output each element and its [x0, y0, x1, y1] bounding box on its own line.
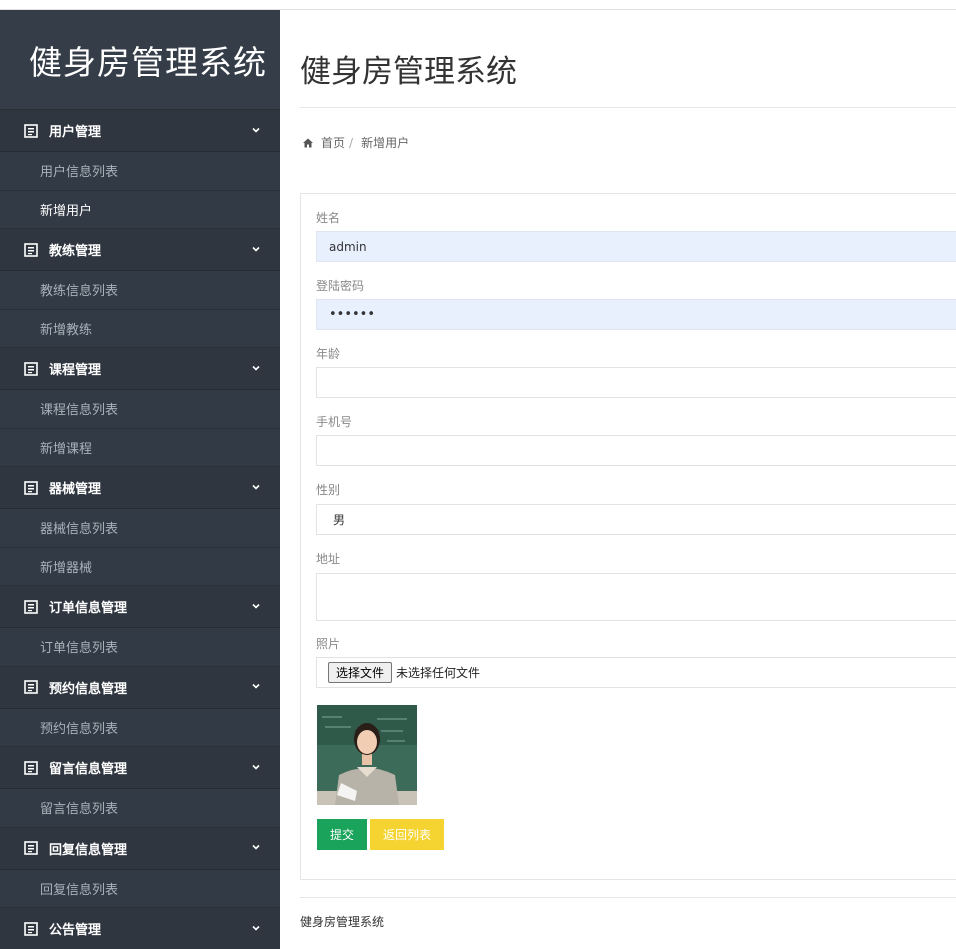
- choose-file-button[interactable]: 选择文件: [328, 662, 393, 683]
- menu-label: 预约信息管理: [49, 681, 128, 697]
- phone-label: 手机号: [316, 415, 353, 429]
- menu-label: 公告管理: [49, 923, 102, 938]
- sidebar-item-add-coach[interactable]: 新增教练: [0, 309, 280, 348]
- menu-label: 用户管理: [49, 125, 102, 140]
- gender-value: 男: [333, 513, 346, 527]
- title-divider: [300, 107, 956, 108]
- breadcrumb-separator: /: [349, 135, 354, 150]
- menu-order-management[interactable]: 订单信息管理: [0, 586, 280, 628]
- list-doc-icon: [24, 361, 38, 376]
- list-doc-icon: [24, 680, 38, 694]
- menu-label: 器械管理: [49, 482, 102, 497]
- sidebar-item-coach-list[interactable]: 教练信息列表: [0, 271, 280, 310]
- address-field-group: 地址: [316, 551, 956, 621]
- menu-coach-management[interactable]: 教练管理: [0, 229, 280, 271]
- sidebar-item-reply-list[interactable]: 回复信息列表: [0, 869, 280, 908]
- back-to-list-button[interactable]: 返回列表: [370, 819, 444, 850]
- menu-user-management[interactable]: 用户管理: [0, 110, 280, 152]
- sidebar-item-add-user[interactable]: 新增用户: [0, 190, 280, 229]
- gender-select[interactable]: 男: [316, 504, 956, 535]
- sidebar-brand: 健身房管理系统: [0, 10, 280, 110]
- sidebar-item-add-equipment[interactable]: 新增器械: [0, 547, 280, 586]
- chevron-down-icon: [252, 365, 260, 371]
- add-user-form: 姓名 admin 登陆密码 •••••• 年龄 手机号 性别 男 地址 照片 选…: [300, 193, 956, 880]
- gender-field-group: 性别 男: [316, 482, 956, 535]
- menu-course-management[interactable]: 课程管理: [0, 348, 280, 390]
- name-label: 姓名: [316, 211, 341, 225]
- sidebar-item-message-list[interactable]: 留言信息列表: [0, 789, 280, 828]
- menu-label: 课程管理: [49, 363, 102, 378]
- phone-field-group: 手机号: [316, 414, 956, 466]
- age-input[interactable]: [316, 367, 956, 398]
- menu-equipment-management[interactable]: 器械管理: [0, 467, 280, 509]
- sidebar-item-user-list[interactable]: 用户信息列表: [0, 152, 280, 191]
- password-input[interactable]: ••••••: [316, 299, 956, 330]
- page-title: 健身房管理系统: [300, 54, 517, 90]
- address-label: 地址: [316, 552, 341, 566]
- menu-message-management[interactable]: 留言信息管理: [0, 747, 280, 789]
- menu-reservation-management[interactable]: 预约信息管理: [0, 666, 280, 709]
- list-doc-icon: [24, 599, 38, 614]
- menu-label: 回复信息管理: [49, 842, 128, 858]
- menu-reply-management[interactable]: 回复信息管理: [0, 827, 280, 870]
- list-doc-icon: [24, 921, 38, 936]
- list-doc-icon: [24, 760, 38, 775]
- list-doc-icon: [24, 242, 38, 257]
- password-label: 登陆密码: [316, 279, 365, 293]
- password-value: ••••••: [329, 307, 376, 322]
- photo-file-input[interactable]: 选择文件 未选择任何文件: [316, 657, 956, 688]
- phone-input[interactable]: [316, 435, 956, 466]
- breadcrumb-current: 新增用户: [361, 136, 410, 150]
- top-border: [0, 0, 956, 10]
- list-doc-icon: [24, 480, 38, 495]
- photo-label: 照片: [316, 637, 341, 651]
- main-content: 健身房管理系统 首页 / 新增用户 姓名 admin 登陆密码 •••••• 年…: [300, 10, 956, 949]
- chevron-down-icon: [252, 484, 260, 490]
- address-textarea[interactable]: [316, 573, 956, 621]
- name-input[interactable]: admin: [316, 231, 956, 262]
- file-status: 未选择任何文件: [396, 666, 481, 680]
- chevron-down-icon: [252, 246, 260, 252]
- sidebar-item-reservation-list[interactable]: 预约信息列表: [0, 708, 280, 747]
- gender-label: 性别: [316, 483, 341, 497]
- menu-label: 留言信息管理: [49, 762, 128, 777]
- sidebar-item-order-list[interactable]: 订单信息列表: [0, 628, 280, 667]
- breadcrumb-home-link[interactable]: 首页: [321, 134, 345, 151]
- name-value: admin: [329, 239, 367, 254]
- menu-label: 教练管理: [49, 244, 102, 259]
- list-doc-icon: [24, 123, 38, 138]
- sidebar-item-add-course[interactable]: 新增课程: [0, 428, 280, 467]
- menu-notice-management[interactable]: 公告管理: [0, 908, 280, 949]
- chevron-down-icon: [252, 844, 260, 850]
- footer-text: 健身房管理系统: [300, 915, 385, 929]
- menu-label: 订单信息管理: [49, 601, 128, 616]
- breadcrumb: 首页 / 新增用户: [302, 134, 409, 151]
- name-field-group: 姓名 admin: [316, 210, 956, 262]
- chevron-down-icon: [252, 603, 260, 609]
- brand-title: 健身房管理系统: [29, 42, 267, 82]
- age-label: 年龄: [316, 347, 341, 361]
- footer-divider: [300, 897, 956, 898]
- home-icon: [303, 138, 313, 147]
- list-doc-icon: [24, 841, 38, 855]
- user-photo-preview: [317, 705, 417, 805]
- photo-field-group: 照片 选择文件 未选择任何文件: [316, 636, 956, 688]
- sidebar-item-course-list[interactable]: 课程信息列表: [0, 390, 280, 429]
- chevron-down-icon: [252, 127, 260, 133]
- chevron-down-icon: [252, 925, 260, 931]
- sidebar-item-equipment-list[interactable]: 器械信息列表: [0, 509, 280, 548]
- sidebar: 健身房管理系统 用户管理 用户信息列表 新增用户 教练管理 教练信息列表 新增教…: [0, 10, 280, 949]
- chevron-down-icon: [252, 683, 260, 689]
- age-field-group: 年龄: [316, 346, 956, 398]
- password-field-group: 登陆密码 ••••••: [316, 278, 956, 330]
- chevron-down-icon: [252, 764, 260, 770]
- submit-button[interactable]: 提交: [317, 819, 367, 850]
